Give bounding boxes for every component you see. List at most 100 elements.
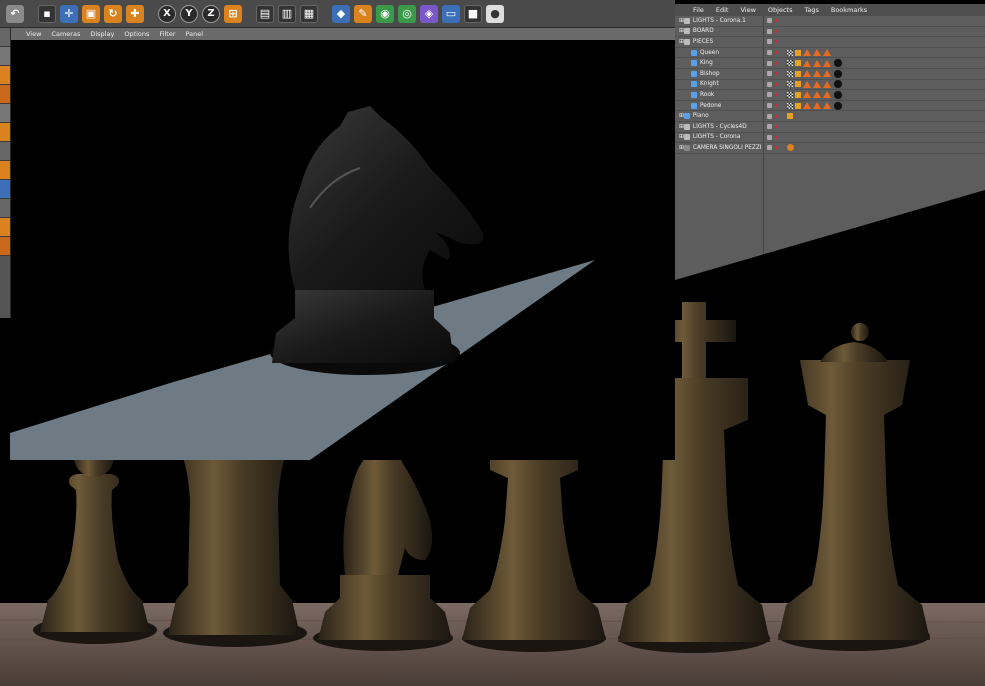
viewport-menu-filter[interactable]: Filter — [159, 30, 175, 38]
object-row[interactable]: ⊞ Piano — [675, 111, 985, 122]
object-name[interactable]: Bishop — [700, 71, 720, 77]
workplane-icon[interactable] — [0, 199, 10, 218]
target-tag-icon[interactable] — [787, 144, 794, 152]
object-name[interactable]: BOARD — [693, 28, 714, 34]
om-menu-tags[interactable]: Tags — [804, 6, 818, 14]
visibility-toggle[interactable] — [767, 28, 772, 34]
phong-tag-icon[interactable] — [795, 81, 801, 88]
axis-x-button[interactable]: X — [158, 4, 176, 23]
cloner-icon[interactable]: ◎ — [398, 4, 416, 23]
coordinate-system-icon[interactable]: ⊞ — [224, 4, 242, 23]
checker-tag-icon[interactable] — [787, 102, 793, 109]
object-name[interactable]: Rook — [700, 92, 714, 98]
om-menu-bookmarks[interactable]: Bookmarks — [831, 6, 867, 14]
om-menu-file[interactable]: File — [693, 6, 704, 14]
render-picture-viewer-icon[interactable]: ▥ — [278, 4, 296, 23]
viewport-menu-cameras[interactable]: Cameras — [51, 30, 80, 38]
viewport-menu-display[interactable]: Display — [90, 30, 114, 38]
material-tag-icon[interactable] — [823, 102, 831, 110]
edges-mode-icon[interactable] — [0, 104, 10, 123]
object-name[interactable]: PIECES — [693, 39, 713, 45]
visibility-toggle[interactable] — [767, 134, 772, 140]
render-dot-icon[interactable] — [775, 125, 778, 129]
object-name[interactable]: CAMERA SINGOLI PEZZI — [693, 145, 762, 151]
axis-z-button[interactable]: Z — [202, 4, 220, 23]
render-dot-icon[interactable] — [775, 72, 778, 76]
render-dot-icon[interactable] — [775, 104, 778, 108]
object-name[interactable]: LIGHTS - Corona — [693, 134, 740, 140]
material-tag-icon[interactable] — [803, 49, 811, 57]
object-row[interactable]: ⊞ LIGHTS - Corona — [675, 133, 985, 144]
deformer-icon[interactable]: ◈ — [420, 4, 438, 23]
checker-tag-icon[interactable] — [787, 60, 793, 67]
light-icon[interactable]: ● — [486, 4, 504, 23]
object-row[interactable]: King — [675, 58, 985, 69]
render-dot-icon[interactable] — [775, 61, 778, 65]
material-tag-icon[interactable] — [813, 102, 821, 110]
visibility-toggle[interactable] — [767, 124, 772, 130]
render-dot-icon[interactable] — [775, 51, 778, 55]
axis-mode-icon[interactable] — [0, 142, 10, 161]
points-mode-icon[interactable] — [0, 85, 10, 104]
material-tag-icon[interactable] — [803, 70, 811, 78]
render-dot-icon[interactable] — [775, 93, 778, 97]
object-row[interactable]: Queen — [675, 48, 985, 59]
rotate-tool-icon[interactable]: ↻ — [104, 4, 122, 23]
material-ball-icon[interactable] — [833, 79, 843, 90]
material-tag-icon[interactable] — [813, 80, 821, 88]
visibility-toggle[interactable] — [767, 81, 772, 87]
object-row[interactable]: ⊞ LIGHTS - Corona.1 — [675, 16, 985, 27]
viewport[interactable]: View Cameras Display Options Filter Pane… — [10, 28, 675, 460]
checker-tag-icon[interactable] — [787, 81, 793, 88]
viewport-menu-panel[interactable]: Panel — [186, 30, 204, 38]
object-row[interactable]: Knight — [675, 79, 985, 91]
material-ball-icon[interactable] — [833, 58, 843, 69]
visibility-toggle[interactable] — [767, 145, 772, 151]
undo-icon[interactable]: ↶ — [6, 4, 24, 23]
object-name[interactable]: Piano — [693, 113, 709, 119]
axis-y-button[interactable]: Y — [180, 4, 198, 23]
material-tag-icon[interactable] — [823, 49, 831, 57]
viewport-menu-options[interactable]: Options — [124, 30, 149, 38]
material-tag-icon[interactable] — [813, 91, 821, 99]
visibility-toggle[interactable] — [767, 71, 772, 77]
cube-icon[interactable]: ◆ — [332, 4, 350, 23]
checker-tag-icon[interactable] — [787, 49, 793, 56]
polygons-mode-icon[interactable] — [0, 123, 10, 142]
select-tool-icon[interactable]: ▪ — [38, 4, 56, 23]
subdivision-icon[interactable]: ◉ — [376, 4, 394, 23]
material-ball-icon[interactable] — [833, 100, 843, 111]
tweak-mode-icon[interactable] — [0, 161, 10, 180]
texture-mode-icon[interactable] — [0, 66, 10, 85]
render-dot-icon[interactable] — [775, 29, 778, 33]
phong-tag-icon[interactable] — [795, 102, 801, 109]
snap-icon[interactable] — [0, 180, 10, 199]
om-menu-objects[interactable]: Objects — [768, 6, 793, 14]
visibility-toggle[interactable] — [767, 39, 772, 45]
render-dot-icon[interactable] — [775, 114, 778, 118]
render-dot-icon[interactable] — [775, 135, 778, 139]
material-tag-icon[interactable] — [803, 91, 811, 99]
pen-icon[interactable]: ✎ — [354, 4, 372, 23]
phong-tag-icon[interactable] — [795, 70, 801, 77]
material-tag-icon[interactable] — [803, 102, 811, 110]
object-name[interactable]: Knight — [700, 81, 719, 87]
visibility-toggle[interactable] — [767, 103, 772, 109]
visibility-toggle[interactable] — [767, 92, 772, 98]
object-name[interactable]: LIGHTS - Cycles4D — [693, 124, 747, 130]
checker-tag-icon[interactable] — [787, 70, 793, 77]
render-view-icon[interactable]: ▤ — [256, 4, 274, 23]
phong-tag-icon[interactable] — [787, 113, 793, 120]
om-menu-view[interactable]: View — [740, 6, 755, 14]
material-tag-icon[interactable] — [813, 49, 821, 57]
object-row[interactable]: Pedone — [675, 100, 985, 112]
phong-tag-icon[interactable] — [795, 91, 801, 98]
object-name[interactable]: Pedone — [700, 103, 721, 109]
material-tag-icon[interactable] — [823, 80, 831, 88]
scale-tool-icon[interactable]: ▣ — [82, 4, 100, 23]
render-dot-icon[interactable] — [775, 146, 778, 150]
object-row[interactable]: Rook — [675, 89, 985, 101]
phong-tag-icon[interactable] — [795, 49, 801, 56]
material-tag-icon[interactable] — [803, 80, 811, 88]
viewport-menu-view[interactable]: View — [26, 30, 41, 38]
